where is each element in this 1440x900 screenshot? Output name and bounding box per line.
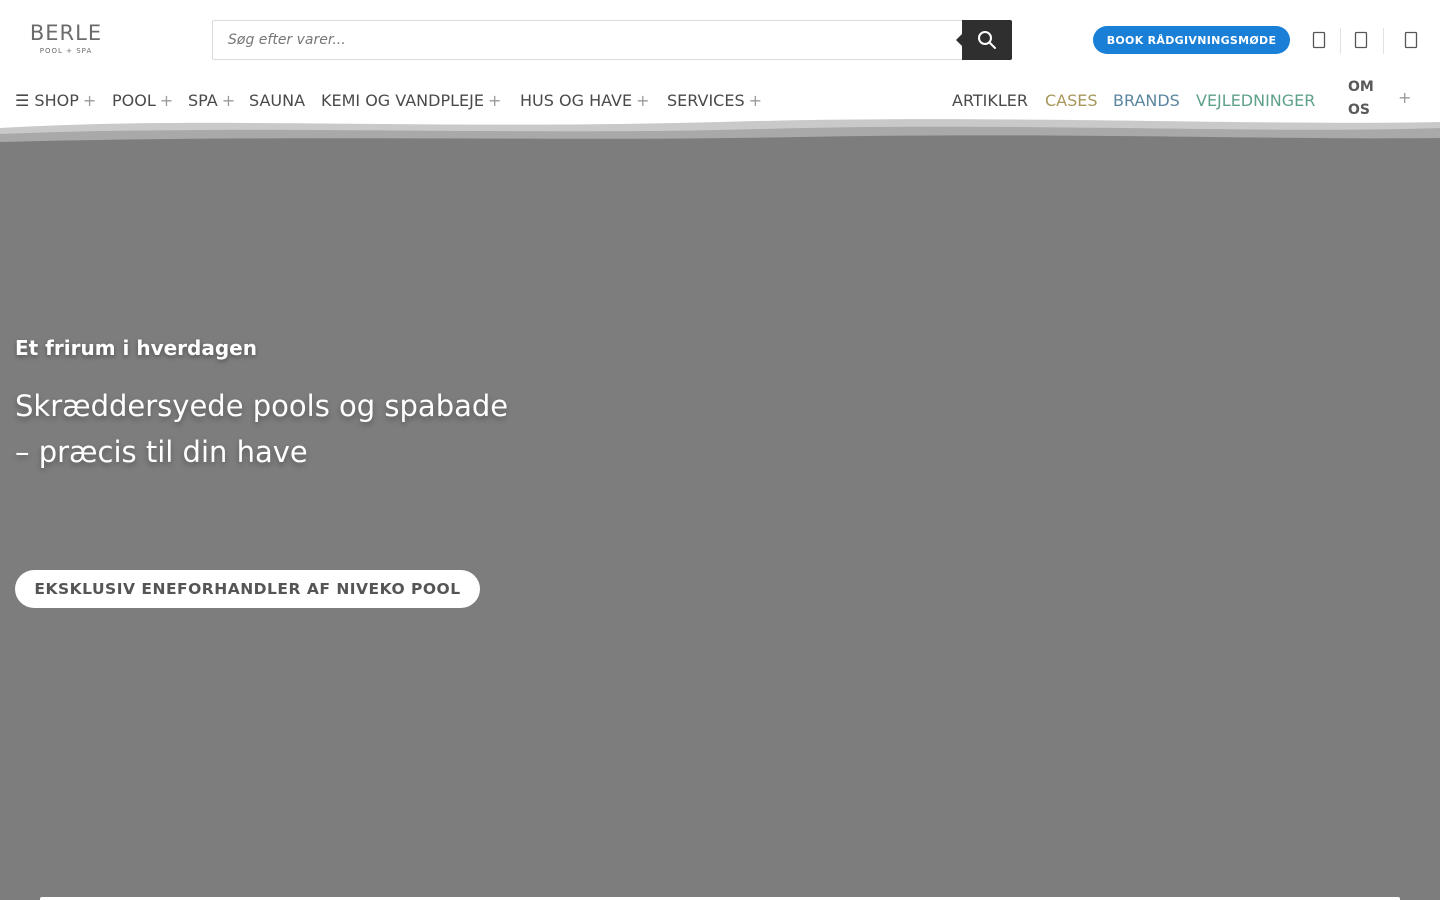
nav-item-artikler[interactable]: ARTIKLER	[952, 86, 1028, 114]
search-button[interactable]	[956, 20, 1012, 60]
nav-item-label: SPA	[188, 90, 218, 110]
expand-icon: +	[221, 90, 236, 110]
nav-item-shop[interactable]: ☰ SHOP +	[15, 86, 96, 114]
cart-button[interactable]	[1403, 30, 1419, 50]
main-nav: ☰ SHOP + POOL + SPA + SAUNA KEMI OG VANDPLE…	[0, 86, 1440, 114]
logo-tagline: POOL + SPA	[39, 47, 93, 55]
user-icon	[1312, 31, 1326, 49]
hero-title: Skræddersyede pools og spabade – præcis …	[15, 383, 635, 475]
nav-item-label: POOL	[112, 90, 156, 110]
book-consultation-button[interactable]: BOOK RÅDGIVNINGSMØDE	[1093, 26, 1290, 54]
expand-icon: +	[487, 90, 502, 110]
header-divider	[1383, 28, 1384, 54]
niveko-pool-button[interactable]: EKSKLUSIV ENEFORHANDLER AF NIVEKO POOL	[15, 570, 480, 608]
expand-icon: +	[748, 90, 763, 110]
expand-icon: +	[82, 90, 97, 110]
nav-item-label: OM	[1348, 79, 1374, 95]
site-header: BERLE POOL + SPA BOOK RÅDGIVNINGSMØDE ☰ …	[0, 0, 1440, 128]
header-wave-divider	[0, 119, 1440, 152]
nav-item-label: ☰ SHOP	[15, 90, 79, 110]
expand-icon: +	[636, 90, 650, 110]
nav-item-spa[interactable]: SPA +	[188, 86, 235, 114]
nav-item-kemi[interactable]: KEMI OG VANDPLEJE +	[321, 86, 501, 114]
account-button[interactable]	[1311, 30, 1327, 50]
search-icon	[978, 31, 996, 49]
nav-item-pool[interactable]: POOL +	[112, 86, 173, 114]
nav-item-cases[interactable]: CASES	[1045, 86, 1098, 114]
nav-item-label: KEMI OG VANDPLEJE	[321, 90, 484, 110]
hero-title-line: Skræddersyede pools og spabade	[15, 389, 509, 423]
nav-item-brands[interactable]: BRANDS	[1113, 86, 1180, 114]
site-logo[interactable]: BERLE POOL + SPA	[24, 22, 108, 58]
search-input[interactable]	[213, 21, 963, 59]
nav-item-label: HUS OG HAVE	[520, 90, 633, 110]
nav-item-services[interactable]: SERVICES +	[667, 86, 762, 114]
wishlist-button[interactable]	[1353, 30, 1369, 50]
search-bar	[212, 20, 1012, 60]
expand-icon: +	[159, 90, 174, 110]
logo-name: BERLE	[29, 21, 103, 45]
nav-item-sauna[interactable]: SAUNA	[249, 86, 305, 114]
hero-kicker: Et frirum i hverdagen	[15, 336, 257, 360]
nav-item-label: SERVICES	[667, 90, 745, 110]
nav-item-label: SAUNA	[249, 90, 306, 110]
nav-item-vejledninger[interactable]: VEJLEDNINGER	[1196, 86, 1315, 114]
header-divider	[1340, 28, 1341, 54]
expand-icon[interactable]: +	[1398, 88, 1411, 107]
cart-icon	[1404, 31, 1418, 49]
hero-title-line: – præcis til din have	[15, 435, 308, 469]
nav-item-hus-og-have[interactable]: HUS OG HAVE +	[520, 86, 649, 114]
heart-icon	[1354, 31, 1368, 49]
